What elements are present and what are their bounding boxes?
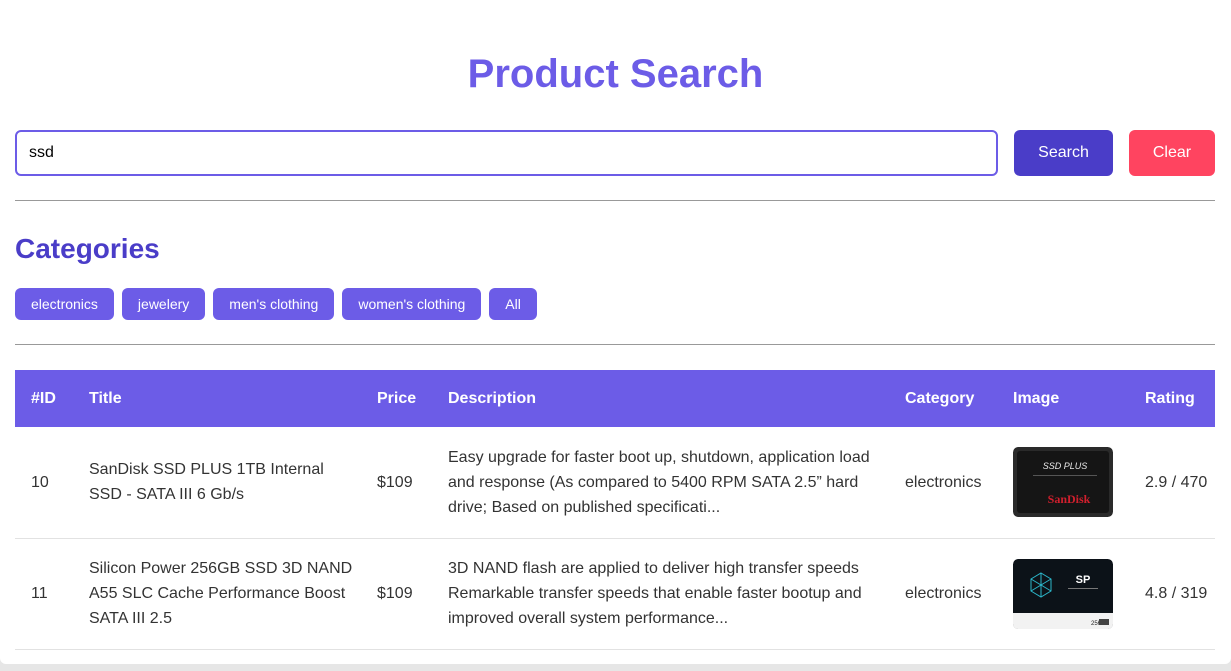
header-description[interactable]: Description: [432, 370, 889, 427]
cell-price: $109: [377, 473, 413, 491]
category-mens-clothing[interactable]: men's clothing: [213, 288, 335, 320]
table-row[interactable]: 10 SanDisk SSD PLUS 1TB Internal SSD - S…: [15, 427, 1215, 538]
svg-text:SSD PLUS: SSD PLUS: [1043, 461, 1088, 471]
category-womens-clothing[interactable]: women's clothing: [342, 288, 482, 320]
cell-image: SP 256: [997, 538, 1129, 649]
header-rating[interactable]: Rating: [1129, 370, 1215, 427]
search-input[interactable]: [15, 130, 998, 176]
cell-price: $109: [377, 585, 413, 602]
table-header-row: #ID Title Price Description Category Ima…: [15, 370, 1215, 427]
cell-rating: 2.9 / 470: [1145, 473, 1208, 491]
header-category[interactable]: Category: [889, 370, 997, 427]
table-row[interactable]: 11 Silicon Power 256GB SSD 3D NAND A55 S…: [15, 538, 1215, 649]
cell-category: electronics: [905, 585, 982, 602]
cell-image: SSD PLUS SanDisk: [997, 427, 1129, 538]
category-all[interactable]: All: [489, 288, 537, 320]
cell-category: electronics: [905, 473, 982, 491]
cell-title: Silicon Power 256GB SSD 3D NAND A55 SLC …: [89, 560, 353, 627]
clear-button[interactable]: Clear: [1129, 130, 1215, 176]
cell-rating: 4.8 / 319: [1145, 585, 1208, 602]
main-card: Product Search Search Clear Categories e…: [0, 0, 1231, 664]
search-button[interactable]: Search: [1014, 130, 1113, 176]
cell-title: SanDisk SSD PLUS 1TB Internal SSD - SATA…: [89, 461, 324, 504]
page-title: Product Search: [467, 52, 764, 96]
categories-heading: Categories: [15, 233, 160, 264]
header-price[interactable]: Price: [361, 370, 432, 427]
cell-id: 11: [31, 585, 48, 602]
category-jewelery[interactable]: jewelery: [121, 288, 206, 320]
category-electronics[interactable]: electronics: [15, 288, 114, 320]
header-id[interactable]: #ID: [15, 370, 73, 427]
cell-description: Easy upgrade for faster boot up, shutdow…: [448, 448, 870, 516]
header-image[interactable]: Image: [997, 370, 1129, 427]
svg-text:SanDisk: SanDisk: [1048, 492, 1091, 506]
svg-text:SP: SP: [1076, 574, 1091, 586]
product-table: #ID Title Price Description Category Ima…: [15, 370, 1215, 650]
divider: [15, 200, 1215, 201]
cell-description: 3D NAND flash are applied to deliver hig…: [448, 560, 862, 627]
category-list: electronics jewelery men's clothing wome…: [15, 288, 537, 320]
product-image-silicon-power-ssd: SP 256: [1013, 558, 1113, 629]
cell-id: 10: [31, 473, 49, 491]
divider: [15, 344, 1215, 345]
product-image-sandisk-ssd: SSD PLUS SanDisk: [1013, 447, 1113, 518]
header-title[interactable]: Title: [73, 370, 361, 427]
